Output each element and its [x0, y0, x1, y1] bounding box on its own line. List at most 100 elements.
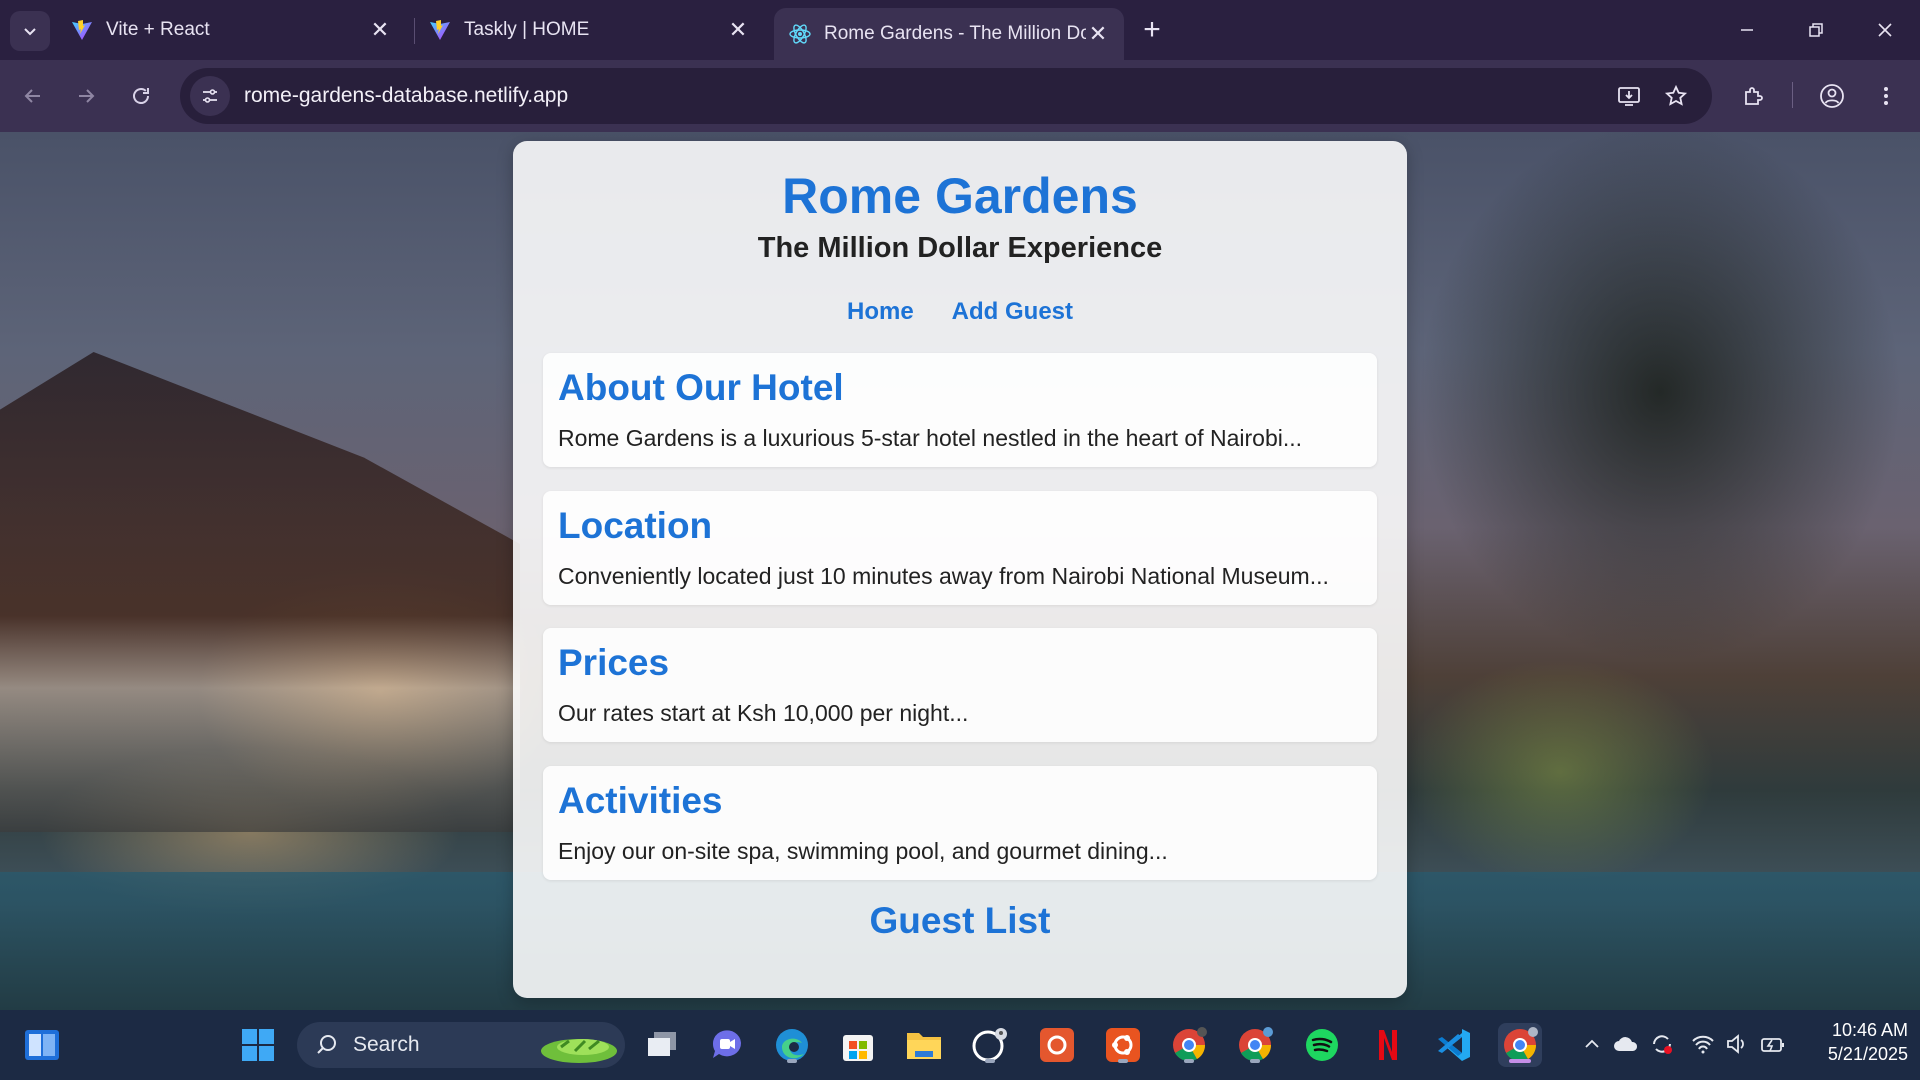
- running-indicator: [1250, 1059, 1260, 1063]
- more-vert-icon: [1884, 87, 1888, 105]
- section-text: Our rates start at Ksh 10,000 per night.…: [558, 700, 969, 726]
- section-text: Rome Gardens is a luxurious 5-star hotel…: [558, 425, 1303, 451]
- extensions-button[interactable]: [1732, 74, 1776, 118]
- site-info-button[interactable]: [190, 76, 230, 116]
- edge-button[interactable]: [770, 1023, 814, 1067]
- window-close-button[interactable]: [1862, 10, 1908, 50]
- section-location: Location Conveniently located just 10 mi…: [543, 491, 1377, 605]
- install-app-button[interactable]: [1607, 74, 1651, 118]
- background-palm-trees: [1380, 132, 1920, 752]
- tune-icon: [203, 89, 217, 103]
- widgets-button[interactable]: [20, 1023, 64, 1067]
- back-button[interactable]: [11, 74, 55, 118]
- tab-title: Taskly | HOME: [464, 19, 590, 40]
- section-heading: Location: [558, 505, 713, 546]
- file-explorer-button[interactable]: [902, 1023, 946, 1067]
- section-activities: Activities Enjoy our on-site spa, swimmi…: [543, 766, 1377, 880]
- task-view-button[interactable]: [640, 1023, 684, 1067]
- app-button-orange-1[interactable]: [1035, 1023, 1079, 1067]
- minimize-button[interactable]: [1724, 10, 1770, 50]
- arrow-right-icon: [79, 89, 95, 103]
- forward-button[interactable]: [64, 74, 108, 118]
- reload-button[interactable]: [119, 74, 163, 118]
- taskbar-clock[interactable]: 10:46 AM 5/21/2025: [1796, 1018, 1908, 1066]
- microsoft-store-button[interactable]: [836, 1023, 880, 1067]
- close-icon[interactable]: ✕: [726, 17, 750, 42]
- onedrive-tray-button[interactable]: [1610, 1022, 1642, 1066]
- close-icon[interactable]: ✕: [1086, 21, 1110, 46]
- battery-tray-button[interactable]: [1758, 1022, 1788, 1066]
- close-icon: [1878, 23, 1892, 37]
- puzzle-icon: [1745, 87, 1763, 105]
- restore-icon: [1809, 23, 1823, 37]
- section-text: Conveniently located just 10 minutes awa…: [558, 563, 1329, 589]
- folder-icon: [907, 1033, 941, 1059]
- ubuntu-icon: [1106, 1028, 1140, 1062]
- chrome-active-button[interactable]: [1498, 1023, 1542, 1067]
- toolbar-divider: [1792, 82, 1793, 108]
- tab-search-button[interactable]: [10, 11, 50, 51]
- tab-taskly[interactable]: Taskly | HOME ✕: [414, 8, 764, 52]
- sync-icon: [1653, 1035, 1672, 1054]
- edge-icon: [776, 1029, 808, 1061]
- vscode-button[interactable]: [1432, 1023, 1476, 1067]
- tab-strip: Vite + React ✕ Taskly | HOME ✕ Rome Gard…: [0, 0, 1920, 60]
- clock-time: 10:46 AM: [1831, 1020, 1908, 1040]
- install-icon: [1618, 87, 1640, 106]
- app-card: Rome Gardens The Million Dollar Experien…: [513, 141, 1407, 998]
- start-button[interactable]: [236, 1023, 280, 1067]
- section-heading: About Our Hotel: [558, 367, 844, 408]
- spotify-button[interactable]: [1300, 1023, 1344, 1067]
- url-text: rome-gardens-database.netlify.app: [244, 84, 569, 107]
- app-button-orange-2[interactable]: [1101, 1023, 1145, 1067]
- section-heading: Activities: [558, 780, 723, 821]
- nav-home-link[interactable]: Home: [847, 298, 914, 326]
- tab-rome-gardens[interactable]: Rome Gardens - The Million Do ✕: [774, 8, 1124, 60]
- tab-vite-react[interactable]: Vite + React ✕: [56, 8, 406, 52]
- vscode-icon: [1438, 1029, 1470, 1061]
- address-bar[interactable]: rome-gardens-database.netlify.app: [180, 68, 1712, 124]
- close-icon[interactable]: ✕: [368, 17, 392, 42]
- running-indicator: [1118, 1059, 1128, 1063]
- nav-add-guest-link[interactable]: Add Guest: [952, 298, 1073, 326]
- cloud-icon: [1614, 1037, 1638, 1051]
- chrome-profile-2-button[interactable]: [1233, 1023, 1277, 1067]
- section-prices: Prices Our rates start at Ksh 10,000 per…: [543, 628, 1377, 742]
- sync-tray-button[interactable]: [1646, 1022, 1678, 1066]
- star-icon: [1664, 84, 1688, 106]
- show-hidden-icons-button[interactable]: [1577, 1022, 1607, 1066]
- restore-button[interactable]: [1793, 10, 1839, 50]
- running-indicator: [787, 1059, 797, 1063]
- section-text: Enjoy our on-site spa, swimming pool, an…: [558, 838, 1168, 864]
- battery-charging-icon: [1761, 1038, 1784, 1052]
- search-label: Search: [353, 1033, 420, 1056]
- search-icon: [317, 1035, 336, 1054]
- section-about: About Our Hotel Rome Gardens is a luxuri…: [543, 353, 1377, 467]
- gear-app-icon: [1040, 1028, 1074, 1062]
- taskbar-search[interactable]: Search: [297, 1022, 625, 1068]
- store-icon: [843, 1035, 873, 1061]
- minimize-icon: [1741, 29, 1753, 31]
- github-desktop-button[interactable]: [968, 1023, 1012, 1067]
- teams-chat-button[interactable]: [705, 1023, 749, 1067]
- bookmark-button[interactable]: [1654, 74, 1698, 118]
- windows-icon: [242, 1029, 274, 1061]
- netflix-button[interactable]: [1366, 1023, 1410, 1067]
- chevron-up-icon: [1585, 1039, 1599, 1048]
- main-nav: Home Add Guest: [513, 298, 1407, 326]
- new-tab-button[interactable]: +: [1134, 12, 1170, 48]
- browser-menu-button[interactable]: [1864, 74, 1908, 118]
- netflix-icon: [1379, 1030, 1397, 1060]
- volume-tray-button[interactable]: [1722, 1022, 1752, 1066]
- tab-title: Rome Gardens - The Million Do: [824, 23, 1086, 44]
- vite-icon: [72, 20, 92, 40]
- task-view-icon: [648, 1032, 676, 1056]
- page-subtitle: The Million Dollar Experience: [757, 232, 1163, 264]
- guest-list-heading: Guest List: [869, 900, 1051, 941]
- spotify-icon: [1306, 1029, 1338, 1061]
- profile-button[interactable]: [1810, 74, 1854, 118]
- chevron-down-icon: [24, 28, 36, 36]
- running-indicator: [1184, 1059, 1194, 1063]
- chrome-profile-1-button[interactable]: [1167, 1023, 1211, 1067]
- wifi-tray-button[interactable]: [1688, 1022, 1718, 1066]
